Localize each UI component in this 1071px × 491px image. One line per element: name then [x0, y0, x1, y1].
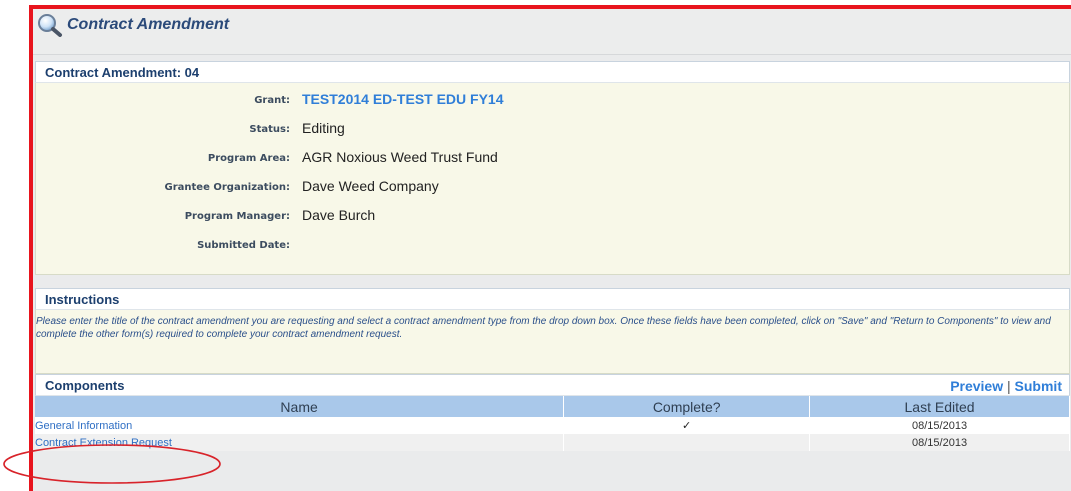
table-header-row: Name Complete? Last Edited	[35, 396, 1070, 417]
field-label: Status:	[249, 124, 290, 135]
field-value: AGR Noxious Weed Trust Fund	[302, 149, 498, 165]
column-header-complete[interactable]: Complete?	[563, 396, 811, 417]
field-program-area: Program Area: AGR Noxious Weed Trust Fun…	[36, 146, 1069, 170]
components-heading: Components	[45, 378, 125, 393]
complete-cell	[563, 434, 811, 451]
components-table: Name Complete? Last Edited General Infor…	[35, 396, 1070, 451]
preview-link[interactable]: Preview	[950, 378, 1003, 394]
amendment-details-heading: Contract Amendment: 04	[35, 61, 1070, 83]
submit-link[interactable]: Submit	[1015, 378, 1062, 394]
last-edited-date: 08/15/2013	[809, 417, 1070, 434]
field-label: Grant:	[254, 95, 290, 106]
components-heading-bar: Components Preview | Submit	[35, 374, 1070, 396]
field-grantee-organization: Grantee Organization: Dave Weed Company	[36, 175, 1069, 199]
details-body: Grant: TEST2014 ED-TEST EDU FY14 Status:…	[35, 83, 1070, 275]
table-row: General Information ✓ 08/15/2013	[35, 417, 1070, 434]
field-label: Program Manager:	[184, 211, 290, 222]
link-separator: |	[1007, 378, 1011, 394]
components-section: Components Preview | Submit Name Complet…	[35, 374, 1070, 451]
field-value: Dave Weed Company	[302, 178, 439, 194]
magnifier-icon	[38, 14, 62, 37]
table-row: Contract Extension Request 08/15/2013	[35, 434, 1070, 451]
main-panel: Contract Amendment Contract Amendment: 0…	[33, 9, 1071, 491]
column-header-name[interactable]: Name	[35, 396, 565, 417]
checkmark-icon: ✓	[563, 417, 811, 434]
field-submitted-date: Submitted Date:	[36, 233, 1069, 257]
field-status: Status: Editing	[36, 117, 1069, 141]
field-label: Submitted Date:	[197, 240, 290, 251]
instructions-text: Please enter the title of the contract a…	[35, 310, 1070, 374]
grant-link[interactable]: TEST2014 ED-TEST EDU FY14	[302, 91, 504, 107]
field-program-manager: Program Manager: Dave Burch	[36, 204, 1069, 228]
component-link-general-information[interactable]: General Information	[35, 417, 565, 434]
component-actions: Preview | Submit	[950, 378, 1062, 394]
field-label: Grantee Organization:	[164, 182, 290, 193]
instructions-heading: Instructions	[35, 288, 1070, 310]
page-title: Contract Amendment	[67, 16, 230, 33]
field-grant: Grant: TEST2014 ED-TEST EDU FY14	[36, 88, 1069, 112]
amendment-details-section: Contract Amendment: 04 Grant: TEST2014 E…	[35, 61, 1070, 275]
field-value: Editing	[302, 120, 345, 136]
last-edited-date: 08/15/2013	[809, 434, 1070, 451]
column-header-last-edited[interactable]: Last Edited	[809, 396, 1070, 417]
component-link-contract-extension-request[interactable]: Contract Extension Request	[35, 434, 565, 451]
field-label: Program Area:	[207, 153, 290, 164]
field-value: Dave Burch	[302, 207, 376, 223]
instructions-section: Instructions Please enter the title of t…	[35, 288, 1070, 374]
page-header: Contract Amendment	[33, 9, 1071, 55]
